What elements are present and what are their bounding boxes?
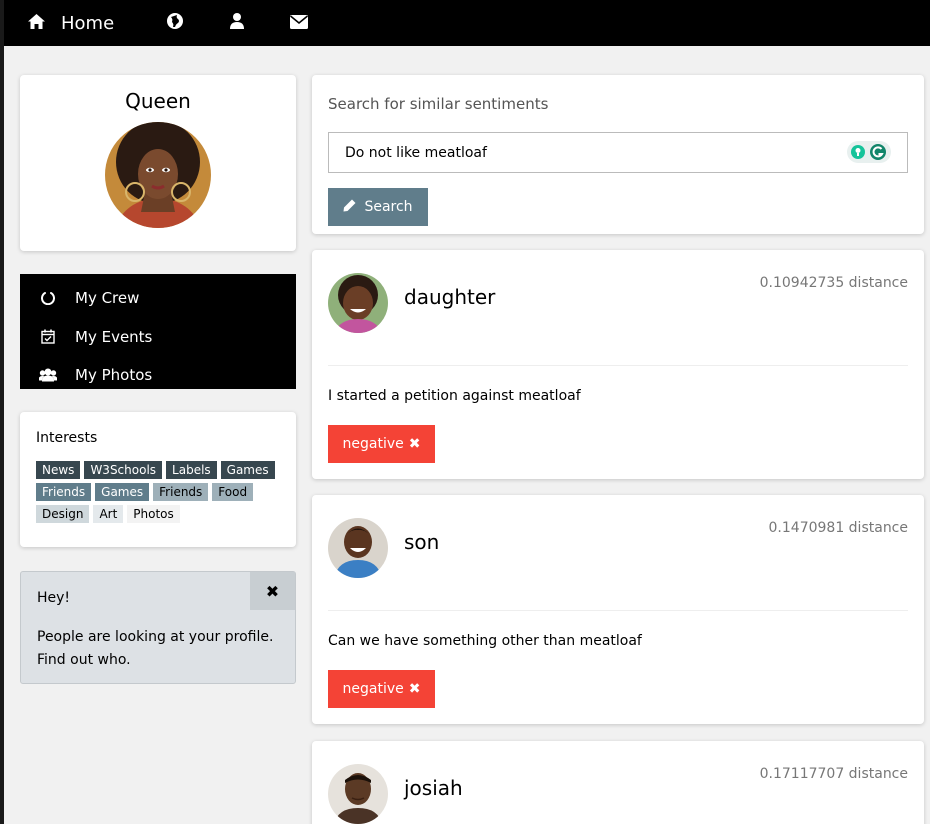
menu-item-my-photos[interactable]: My Photos <box>20 356 296 395</box>
nav-home-link[interactable]: Home <box>4 0 144 46</box>
sentiment-badge[interactable]: negative ✖ <box>328 670 435 708</box>
grammarly-icon <box>847 141 891 163</box>
close-icon: ✖ <box>265 581 280 601</box>
result-divider <box>328 610 908 611</box>
result-avatar <box>328 764 388 824</box>
user-icon <box>230 13 244 33</box>
grammarly-extension[interactable] <box>847 141 891 163</box>
result-card: daughter 0.10942735 distance I started a… <box>312 250 924 479</box>
interest-tag: Photos <box>127 505 180 523</box>
result-name: daughter <box>404 285 496 309</box>
alert-message: People are looking at your profile. Find… <box>37 629 274 668</box>
nav-messages-link[interactable] <box>268 0 330 46</box>
profile-avatar <box>105 122 211 228</box>
result-text: Can we have something other than meatloa… <box>328 633 642 649</box>
profile-card: Queen <box>20 75 296 251</box>
sentiment-badge[interactable]: negative ✖ <box>328 425 435 463</box>
side-menu: My Crew My Events My Photos <box>20 274 296 389</box>
nav-profile-link[interactable] <box>206 0 268 46</box>
remove-icon: ✖ <box>408 681 421 697</box>
interests-card: Interests News W3Schools Labels Games Fr… <box>20 412 296 547</box>
interest-tag: News <box>36 461 81 479</box>
interest-tag: Art <box>93 505 124 523</box>
menu-item-label: My Photos <box>75 366 153 385</box>
remove-icon: ✖ <box>408 436 421 452</box>
envelope-icon <box>289 14 309 33</box>
window-edge <box>0 0 4 824</box>
search-input[interactable]: Do not like meatloaf <box>328 132 908 173</box>
circle-notch-icon <box>38 291 58 306</box>
sentiment-label: negative <box>342 681 404 697</box>
menu-item-my-events[interactable]: My Events <box>20 318 296 357</box>
interest-tag: Games <box>95 483 150 501</box>
interest-tag: Food <box>212 483 254 501</box>
result-distance: 0.10942735 distance <box>759 275 908 291</box>
menu-item-label: My Events <box>75 327 153 346</box>
home-icon <box>28 13 45 33</box>
result-name: josiah <box>404 776 463 800</box>
result-divider <box>328 365 908 366</box>
interest-tag: W3Schools <box>84 461 163 479</box>
calendar-check-icon <box>38 329 58 344</box>
result-distance: 0.17117707 distance <box>759 766 908 782</box>
alert-title: Hey! <box>37 590 71 606</box>
profile-alert: ✖ Hey! People are looking at your profil… <box>20 571 296 684</box>
interest-tags: News W3Schools Labels Games Friends Game… <box>36 461 286 523</box>
search-button-label: Search <box>364 199 413 215</box>
interests-title: Interests <box>36 430 98 446</box>
search-label: Search for similar sentiments <box>328 95 549 113</box>
result-avatar <box>328 273 388 333</box>
menu-item-my-crew[interactable]: My Crew <box>20 279 296 318</box>
globe-icon <box>167 13 183 33</box>
nav-home-label: Home <box>61 12 115 34</box>
users-icon <box>38 368 58 382</box>
interest-tag: Friends <box>36 483 92 501</box>
top-navbar: Home <box>4 0 930 46</box>
result-card: josiah 0.17117707 distance <box>312 741 924 824</box>
search-button[interactable]: Search <box>328 188 428 226</box>
search-card: Search for similar sentiments Do not lik… <box>312 75 924 234</box>
search-input-value: Do not like meatloaf <box>345 144 487 161</box>
result-name: son <box>404 530 440 554</box>
result-avatar <box>328 518 388 578</box>
sentiment-label: negative <box>342 436 404 452</box>
interest-tag: Friends <box>153 483 209 501</box>
pencil-icon <box>343 199 364 216</box>
result-text: I started a petition against meatloaf <box>328 388 581 404</box>
close-alert-button[interactable]: ✖ <box>250 572 295 610</box>
profile-name: Queen <box>125 89 191 113</box>
interest-tag: Design <box>36 505 90 523</box>
interest-tag: Labels <box>166 461 217 479</box>
result-distance: 0.1470981 distance <box>768 520 908 536</box>
nav-globe-link[interactable] <box>144 0 206 46</box>
menu-item-label: My Crew <box>75 289 140 308</box>
interest-tag: Games <box>220 461 275 479</box>
result-card: son 0.1470981 distance Can we have somet… <box>312 495 924 724</box>
